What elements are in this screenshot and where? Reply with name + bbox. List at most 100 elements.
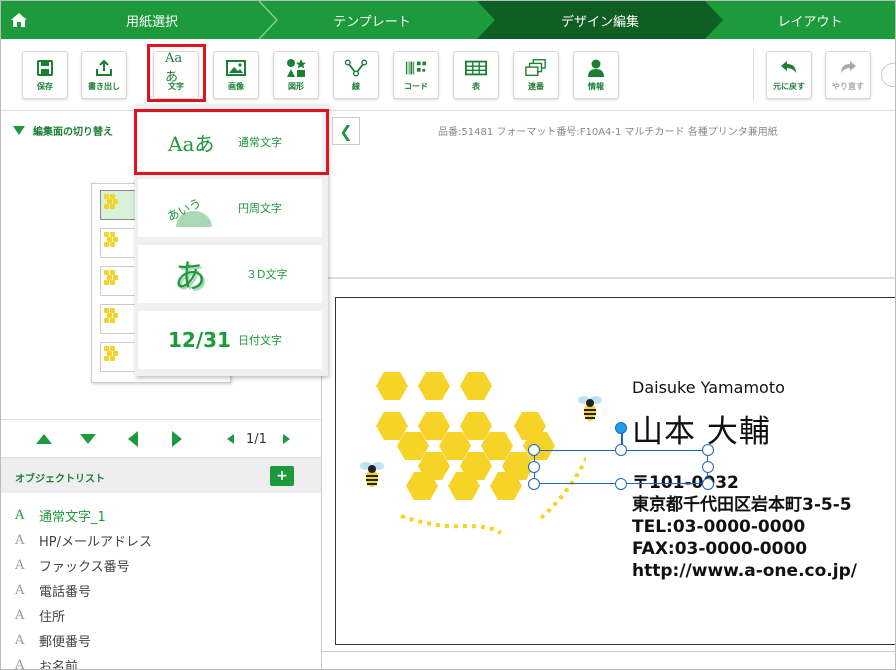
object-list-item[interactable]: A 通常文字_1 — [1, 503, 321, 528]
pager: 1/1 — [1, 419, 321, 457]
home-icon — [11, 13, 27, 27]
text-object-icon: A — [15, 558, 25, 573]
thumbnail-hex-mark — [110, 280, 115, 285]
chevron-left-icon: ❮ — [339, 121, 353, 141]
thumbnail-hex-mark — [110, 318, 115, 323]
next-page-icon[interactable] — [283, 434, 290, 444]
name-kanji-text[interactable]: 山本 大輔 — [632, 406, 771, 451]
side-divider — [322, 277, 895, 279]
save-button[interactable]: 保存 — [22, 51, 68, 99]
name-roman-text[interactable]: Daisuke Yamamoto — [632, 378, 785, 397]
url-text[interactable]: http://www.a-one.co.jp/ — [632, 560, 857, 582]
prev-page-icon[interactable] — [227, 434, 234, 444]
image-button[interactable]: 画像 — [213, 51, 259, 99]
business-card[interactable]: Daisuke Yamamoto 山本 大輔 〒101-0032 東京都千代田区… — [335, 297, 895, 645]
redo-button[interactable]: やり直す — [825, 51, 871, 99]
thumbnail-hex-mark — [104, 280, 109, 285]
thumbnail-item[interactable] — [100, 266, 136, 296]
thumbnail-item[interactable] — [100, 304, 136, 334]
text-object-icon: A — [15, 608, 25, 623]
fax-text[interactable]: FAX:03-0000-0000 — [632, 538, 807, 560]
text-object-icon: A — [15, 533, 25, 548]
undo-button[interactable]: 元に戻す — [766, 51, 812, 99]
menu-item-3d-text[interactable]: あ ３D文字 — [138, 245, 322, 303]
thumbnail-hex-mark — [110, 242, 115, 247]
table-icon — [465, 58, 487, 78]
resize-handle[interactable] — [702, 478, 714, 490]
object-list-item[interactable]: A お名前 — [1, 653, 321, 670]
undo-icon — [778, 58, 800, 78]
serial-number-button[interactable]: 連番 — [513, 51, 559, 99]
bee-icon — [360, 462, 384, 487]
toolbar: 保存 書き出し Aaあ 文字 画像 図形 線 コード 表 連番 情報 元に戻す … — [1, 39, 895, 111]
object-list-item[interactable]: A 電話番号 — [1, 578, 321, 603]
object-list-item[interactable]: A HP/メールアドレス — [1, 528, 321, 553]
plus-icon: + — [276, 468, 288, 484]
rotate-handle[interactable] — [615, 422, 627, 434]
export-button[interactable]: 書き出し — [81, 51, 127, 99]
resize-handle[interactable] — [702, 461, 714, 473]
app-window: 用紙選択 テンプレート デザイン編集 レイアウト 保存 書き出し Aaあ 文字 … — [0, 0, 896, 670]
thumbnail-hex-mark — [104, 204, 109, 209]
resize-handle[interactable] — [528, 444, 540, 456]
shapes-icon — [285, 58, 307, 78]
text-object-icon: A — [15, 658, 25, 670]
step-template[interactable]: テンプレート — [267, 1, 477, 39]
thumbnail-item[interactable] — [100, 228, 136, 258]
line-icon — [345, 58, 367, 78]
object-list-item[interactable]: A 郵便番号 — [1, 628, 321, 653]
line-button[interactable]: 線 — [333, 51, 379, 99]
object-list: A 通常文字_1 A HP/メールアドレス A ファックス番号 A 電話番号 A 住所 A… — [1, 503, 321, 670]
redo-icon — [837, 58, 859, 78]
step-layout[interactable]: レイアウト — [723, 1, 895, 39]
more-button[interactable] — [881, 63, 895, 87]
address-text[interactable]: 東京都千代田区岩本町3-5-5 — [632, 494, 852, 516]
table-button[interactable]: 表 — [453, 51, 499, 99]
thumbnail-hex-mark — [104, 242, 109, 247]
canvas-bottom-divider — [322, 651, 895, 652]
menu-item-circle-text[interactable]: あいう 円周文字 — [138, 179, 322, 237]
highlight-normal-text — [134, 109, 329, 175]
bee-icon — [578, 396, 602, 421]
date-text-icon: 12/31 — [168, 328, 231, 352]
thumbnail-item[interactable] — [100, 190, 136, 220]
resize-handle[interactable] — [528, 461, 540, 473]
thumbnail-hex-mark — [110, 204, 115, 209]
image-icon — [225, 58, 247, 78]
canvas-area: ❮ 品番:51481 フォーマット番号:F10A4-1 マルチカード 各種プリン… — [322, 111, 895, 669]
add-object-button[interactable]: + — [270, 466, 294, 486]
edit-side-toggle[interactable]: 編集面の切り替え — [13, 123, 113, 138]
collapse-panel-button[interactable]: ❮ — [332, 117, 360, 145]
resize-handle[interactable] — [615, 444, 627, 456]
info-button[interactable]: 情報 — [573, 51, 619, 99]
thumbnail-item[interactable] — [100, 342, 136, 372]
highlight-text-button — [147, 44, 206, 102]
step-bar: 用紙選択 テンプレート デザイン編集 レイアウト — [1, 1, 895, 39]
text-object-icon: A — [15, 633, 25, 648]
arrow-right-icon[interactable] — [172, 431, 182, 447]
barcode-icon — [405, 58, 427, 78]
object-list-item[interactable]: A 住所 — [1, 603, 321, 628]
upload-icon — [93, 58, 115, 78]
serial-number-icon — [525, 58, 547, 78]
step-paper-select[interactable]: 用紙選択 — [37, 1, 267, 39]
shape-button[interactable]: 図形 — [273, 51, 319, 99]
triangle-down-icon — [13, 126, 25, 135]
3d-text-icon: あ — [174, 257, 207, 295]
menu-item-date-text[interactable]: 12/31 日付文字 — [138, 311, 322, 369]
arrow-left-icon[interactable] — [128, 431, 138, 447]
resize-handle[interactable] — [528, 478, 540, 490]
thumbnail-hex-mark — [104, 356, 109, 361]
resize-handle[interactable] — [615, 478, 627, 490]
text-object-icon: A — [15, 508, 25, 523]
product-info: 品番:51481 フォーマット番号:F10A4-1 マルチカード 各種プリンタ兼… — [438, 127, 778, 138]
step-design-edit[interactable]: デザイン編集 — [477, 1, 723, 39]
toolbar-divider — [753, 49, 754, 101]
resize-handle[interactable] — [702, 444, 714, 456]
tel-text[interactable]: TEL:03-0000-0000 — [632, 516, 805, 538]
code-button[interactable]: コード — [393, 51, 439, 99]
arrow-up-icon[interactable] — [36, 434, 52, 444]
object-list-item[interactable]: A ファックス番号 — [1, 553, 321, 578]
home-button[interactable] — [1, 1, 37, 39]
arrow-down-icon[interactable] — [80, 434, 96, 444]
